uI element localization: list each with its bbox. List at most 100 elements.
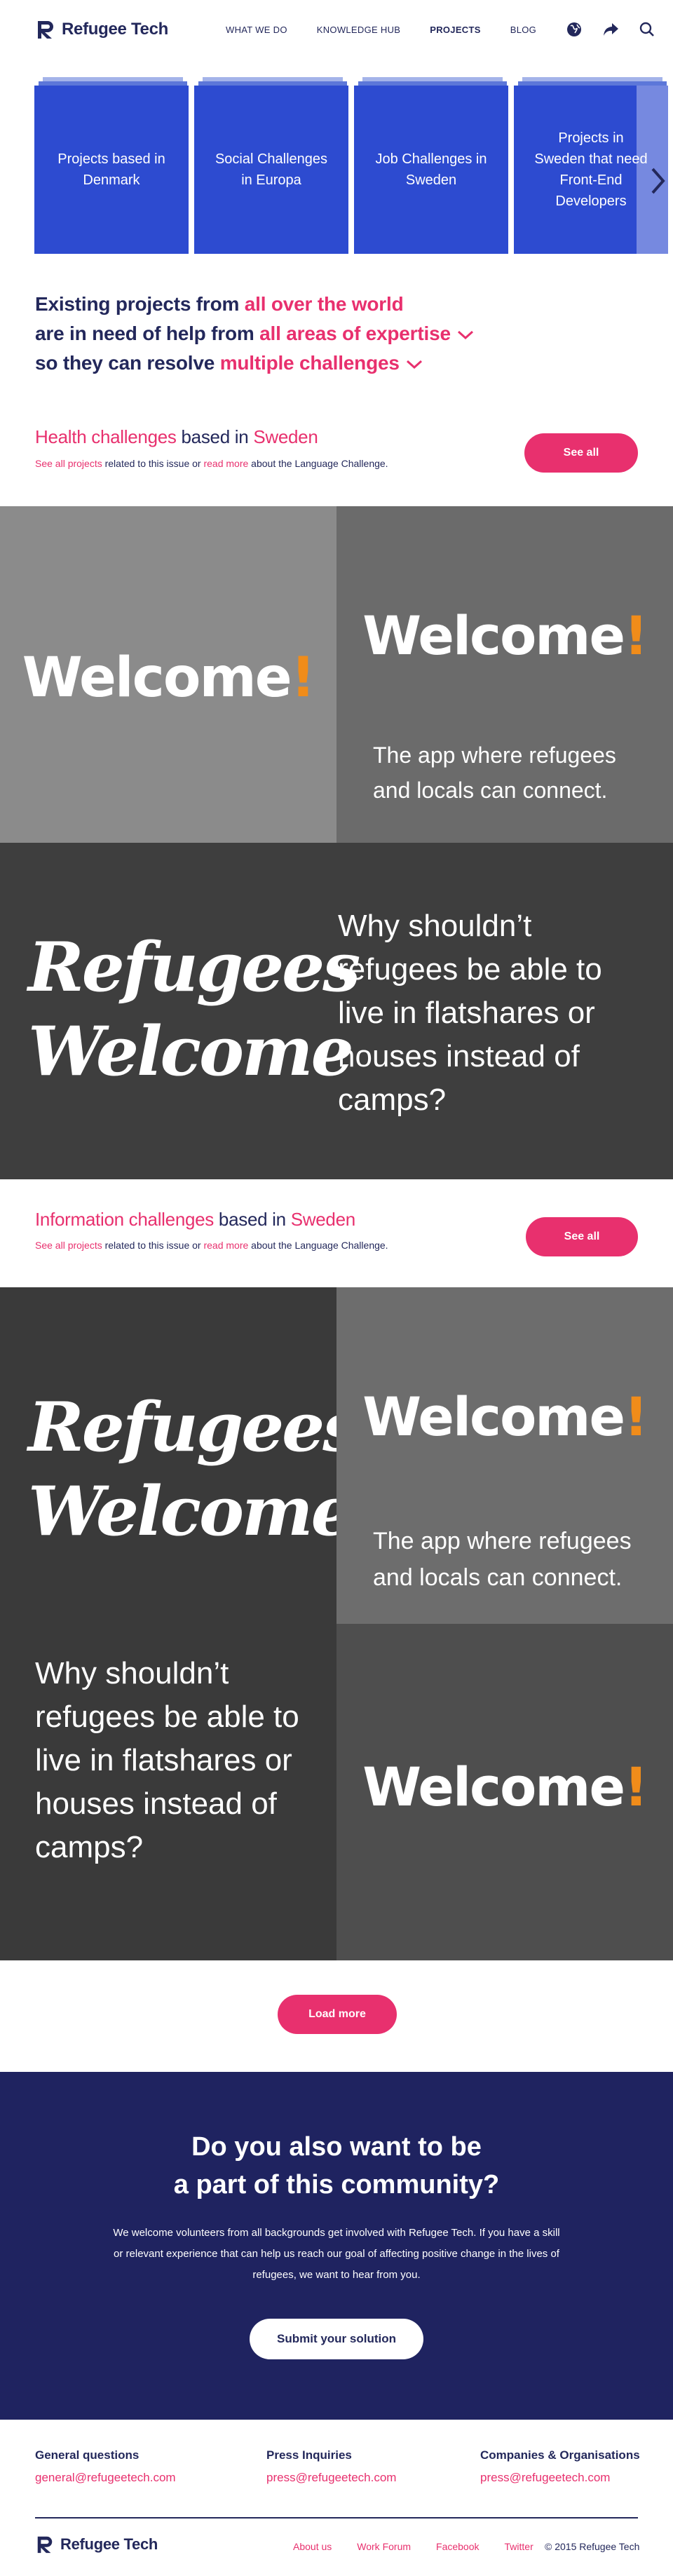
refugees-welcome-logo: Refugees Welcome	[28, 1385, 336, 1554]
intro-filter-expertise[interactable]: all areas of expertise	[259, 323, 451, 344]
see-all-projects-link[interactable]: See all projects	[35, 1240, 102, 1251]
challenge-topic[interactable]: Information challenges	[35, 1209, 214, 1230]
footer-email-link[interactable]: press@refugeetech.com	[480, 2471, 640, 2485]
carousel-card-label: Social Challenges in Europa	[194, 86, 348, 254]
logo[interactable]: Refugee Tech	[35, 19, 168, 40]
welcome-text: Welcome	[362, 604, 625, 667]
nav-knowledge-hub[interactable]: KNOWLEDGE HUB	[317, 25, 400, 35]
main-nav: WHAT WE DO KNOWLEDGE HUB PROJECTS BLOG	[226, 0, 566, 59]
footer-divider	[35, 2517, 638, 2519]
site-header: Refugee Tech WHAT WE DO KNOWLEDGE HUB PR…	[0, 0, 673, 59]
community-title-line: a part of this community?	[173, 2170, 500, 2199]
challenge-header: Health challenges based in Sweden See al…	[0, 411, 673, 495]
intro-text: are in need of help from	[35, 323, 260, 344]
project-tile[interactable]: Refugees Welcome Why shouldn’t refugees …	[0, 1287, 336, 1960]
footer-link-work-forum[interactable]: Work Forum	[357, 2541, 411, 2552]
challenge-header: Information challenges based in Sweden S…	[0, 1179, 673, 1263]
refugees-welcome-logo: Refugees Welcome	[28, 926, 360, 1094]
share-icon[interactable]	[601, 20, 620, 39]
welcome-text: Welcome	[22, 646, 292, 710]
chevron-down-icon[interactable]	[456, 330, 475, 341]
carousel-card[interactable]: Social Challenges in Europa	[194, 77, 348, 254]
welcome-bang: !	[624, 604, 648, 667]
intro-filter-location[interactable]: all over the world	[245, 293, 404, 315]
subtitle-text: about the Language Challenge.	[248, 1240, 388, 1251]
welcome-logo: Welcome!	[336, 1756, 673, 1818]
footer-links: About us Work Forum Facebook Twitter	[293, 2541, 559, 2552]
subtitle-text: about the Language Challenge.	[248, 458, 388, 469]
footer-heading: Press Inquiries	[266, 2448, 352, 2462]
footer-email-link[interactable]: press@refugeetech.com	[266, 2471, 396, 2485]
community-text: We welcome volunteers from all backgroun…	[113, 2227, 560, 2281]
welcome-logo: Welcome!	[336, 1385, 673, 1448]
script-line: Welcome	[28, 1012, 354, 1091]
logo-text: Refugee Tech	[60, 2535, 158, 2553]
search-icon[interactable]	[638, 20, 656, 39]
community-title: Do you also want to be a part of this co…	[0, 2128, 673, 2204]
load-more-button[interactable]: Load more	[278, 1995, 397, 2034]
see-all-projects-link[interactable]: See all projects	[35, 458, 102, 469]
welcome-bang: !	[624, 1385, 648, 1448]
copyright: © 2015 Refugee Tech	[545, 2541, 640, 2552]
submit-solution-button[interactable]: Submit your solution	[250, 2319, 423, 2359]
read-more-link[interactable]: read more	[203, 458, 248, 469]
welcome-logo: Welcome!	[336, 604, 673, 667]
see-all-button[interactable]: See all	[524, 433, 638, 473]
footer-link-twitter[interactable]: Twitter	[505, 2541, 533, 2552]
carousel-card-label: Projects based in Denmark	[34, 86, 189, 254]
script-line: Welcome	[28, 1472, 336, 1551]
logo-text: Refugee Tech	[62, 20, 168, 39]
challenge-title: Health challenges based in Sweden	[35, 426, 318, 448]
project-tile[interactable]: Welcome!	[0, 506, 336, 843]
intro-text: Existing projects from	[35, 293, 245, 315]
challenge-mid: based in	[176, 426, 254, 447]
tile-description: Why shouldn’t refugees be able to live i…	[338, 909, 602, 1117]
welcome-logo: Welcome!	[0, 646, 336, 710]
footer-email-link[interactable]: general@refugeetech.com	[35, 2471, 176, 2485]
project-tile[interactable]: Refugees Welcome Why shouldn’t refugees …	[0, 843, 673, 1179]
intro-text: so they can resolve	[35, 352, 220, 374]
nav-blog[interactable]: BLOG	[510, 25, 536, 35]
script-line: Refugees	[28, 928, 360, 1007]
nav-projects[interactable]: PROJECTS	[430, 25, 480, 35]
footer-link-about[interactable]: About us	[293, 2541, 332, 2552]
logo-mark-icon	[37, 2536, 53, 2554]
challenge-topic[interactable]: Health challenges	[35, 426, 177, 447]
chevron-down-icon[interactable]	[405, 359, 423, 370]
subtitle-text: related to this issue or	[102, 458, 204, 469]
challenge-mid: based in	[214, 1209, 291, 1230]
welcome-bang: !	[624, 1756, 648, 1818]
footer-link-facebook[interactable]: Facebook	[436, 2541, 479, 2552]
nav-what-we-do[interactable]: WHAT WE DO	[226, 25, 287, 35]
carousel-card[interactable]: Job Challenges in Sweden	[354, 77, 508, 254]
carousel-card[interactable]: Projects based in Denmark	[34, 77, 189, 254]
globe-icon[interactable]	[565, 20, 583, 39]
intro-statement: Existing projects from all over the worl…	[35, 290, 475, 378]
read-more-link[interactable]: read more	[203, 1240, 248, 1251]
carousel-next-button[interactable]	[648, 160, 669, 202]
project-tile[interactable]: Welcome! The app where refugees and loca…	[336, 506, 673, 843]
welcome-text: Welcome	[362, 1756, 625, 1818]
welcome-bang: !	[290, 646, 316, 710]
project-tile[interactable]: Welcome! The app where refugees and loca…	[336, 1287, 673, 1624]
subtitle-text: related to this issue or	[102, 1240, 204, 1251]
challenge-place[interactable]: Sweden	[291, 1209, 355, 1230]
footer-contact: General questions general@refugeetech.co…	[35, 2448, 176, 2485]
welcome-text: Welcome	[362, 1385, 625, 1448]
header-icons	[565, 0, 673, 59]
community-section: Do you also want to be a part of this co…	[0, 2072, 673, 2420]
chevron-right-icon	[651, 168, 665, 194]
footer-contact: Companies & Organisations press@refugeet…	[480, 2448, 640, 2485]
footer-heading: Companies & Organisations	[480, 2448, 640, 2462]
logo-mark-icon	[38, 21, 53, 39]
challenge-place[interactable]: Sweden	[253, 426, 318, 447]
tile-description: The app where refugees and locals can co…	[373, 1528, 632, 1591]
footer-logo[interactable]: Refugee Tech	[35, 2535, 158, 2554]
intro-filter-challenges[interactable]: multiple challenges	[220, 352, 400, 374]
challenge-title: Information challenges based in Sweden	[35, 1209, 355, 1231]
footer-heading: General questions	[35, 2448, 140, 2462]
challenge-subtitle: See all projects related to this issue o…	[35, 1240, 388, 1251]
project-tile[interactable]: Welcome!	[336, 1624, 673, 1960]
see-all-button[interactable]: See all	[526, 1217, 638, 1256]
tile-description: The app where refugees and locals can co…	[373, 743, 616, 803]
